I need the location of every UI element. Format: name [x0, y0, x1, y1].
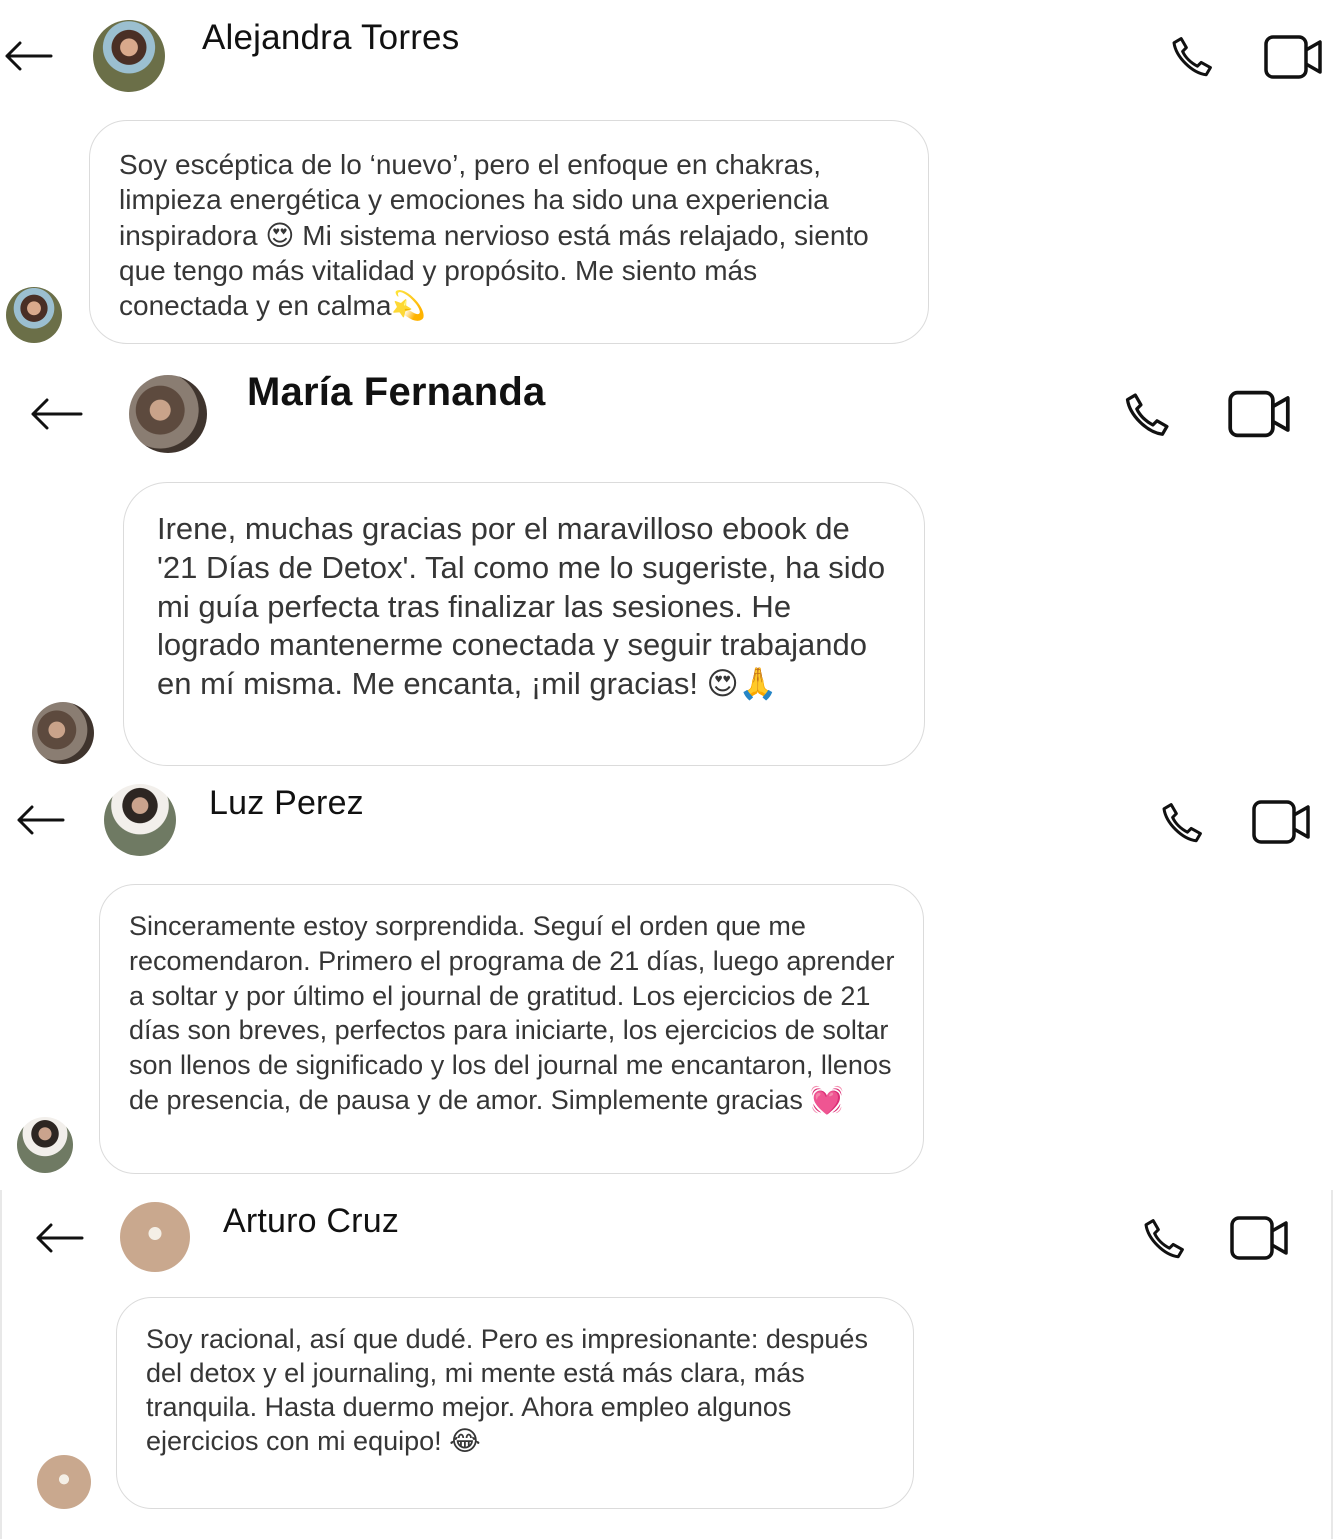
sender-avatar[interactable]	[17, 1117, 73, 1173]
phone-icon	[1172, 37, 1212, 77]
call-button[interactable]	[1137, 1212, 1191, 1266]
phone-icon	[1144, 1219, 1184, 1259]
message-bubble: Sinceramente estoy sorprendida. Seguí el…	[99, 884, 924, 1174]
avatar[interactable]	[129, 375, 207, 453]
arrow-left-icon	[5, 41, 53, 71]
back-button[interactable]	[13, 796, 67, 844]
avatar[interactable]	[120, 1202, 190, 1272]
call-button[interactable]	[1155, 796, 1209, 850]
arrow-left-icon	[17, 805, 65, 835]
chat-alejandra-torres: Alejandra Torres Soy escéptica de lo ‘nu…	[0, 0, 1333, 360]
avatar[interactable]	[93, 20, 165, 92]
arrow-left-icon	[36, 1223, 84, 1253]
video-call-button[interactable]	[1250, 796, 1312, 848]
back-button[interactable]	[28, 388, 84, 440]
call-button[interactable]	[1118, 386, 1176, 444]
phone-icon	[1125, 393, 1169, 436]
arrow-left-icon	[31, 398, 83, 430]
message-bubble: Irene, muchas gracias por el maravilloso…	[123, 482, 925, 766]
chat-header: María Fernanda	[0, 360, 1333, 460]
video-call-button[interactable]	[1228, 1212, 1290, 1264]
video-call-button[interactable]	[1226, 386, 1292, 442]
avatar[interactable]	[104, 784, 176, 856]
video-camera-icon	[1230, 1216, 1288, 1260]
contact-name[interactable]: Arturo Cruz	[223, 1202, 399, 1241]
phone-icon	[1162, 803, 1202, 843]
contact-name[interactable]: María Fernanda	[247, 370, 545, 415]
chat-luz-perez: Luz Perez Sinceramente estoy sorprendida…	[0, 772, 1333, 1190]
video-camera-icon	[1228, 390, 1290, 438]
chat-header: Arturo Cruz	[2, 1190, 1331, 1290]
chat-header: Alejandra Torres	[0, 0, 1333, 100]
chat-maria-fernanda: María Fernanda Irene, muchas gracias por…	[0, 360, 1333, 772]
video-camera-icon	[1264, 35, 1322, 79]
chat-arturo-cruz: Arturo Cruz Soy racional, así que dudé. …	[0, 1190, 1333, 1539]
message-bubble: Soy racional, así que dudé. Pero es impr…	[116, 1297, 914, 1509]
back-button[interactable]	[2, 30, 54, 82]
contact-name[interactable]: Luz Perez	[209, 784, 364, 823]
back-button[interactable]	[33, 1214, 85, 1262]
message-bubble: Soy escéptica de lo ‘nuevo’, pero el enf…	[89, 120, 929, 344]
video-call-button[interactable]	[1262, 30, 1324, 84]
video-camera-icon	[1252, 800, 1310, 844]
chat-header: Luz Perez	[0, 772, 1333, 872]
sender-avatar[interactable]	[6, 287, 62, 343]
contact-name[interactable]: Alejandra Torres	[202, 18, 459, 58]
call-button[interactable]	[1165, 30, 1219, 84]
sender-avatar[interactable]	[37, 1455, 91, 1509]
sender-avatar[interactable]	[32, 702, 94, 764]
